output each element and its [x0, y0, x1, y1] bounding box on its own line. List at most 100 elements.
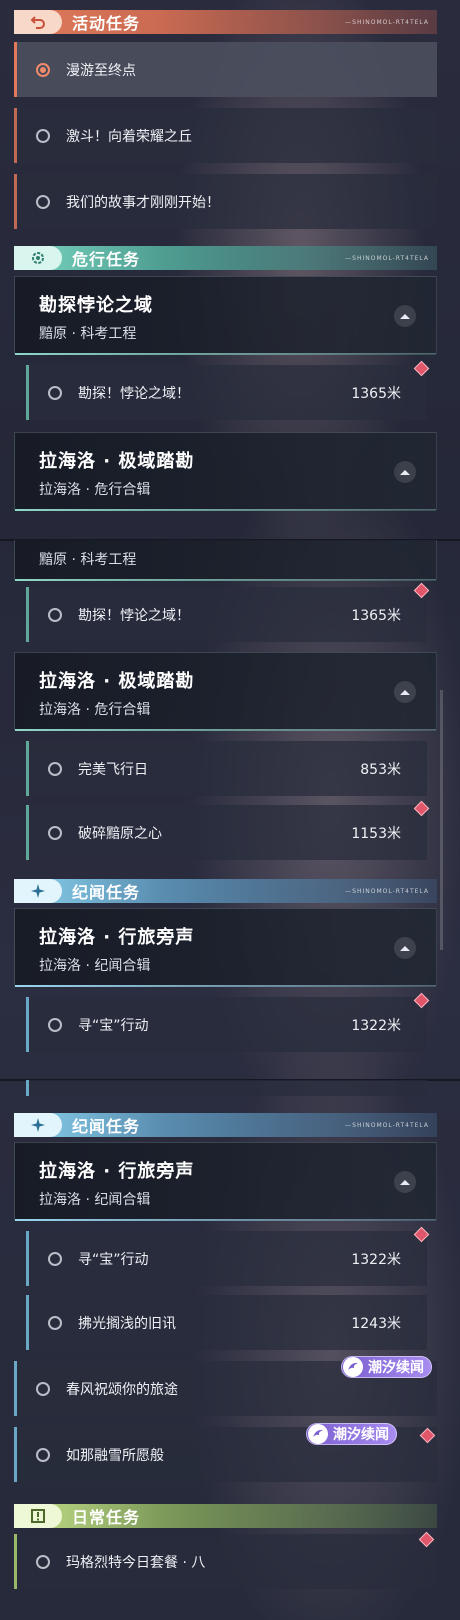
daily-quests-header[interactable]: 日常任务	[14, 1504, 437, 1528]
card-underline	[15, 985, 436, 987]
quest-distance: 1322米	[351, 1017, 401, 1034]
card-title: 拉海洛 · 行旅旁声	[39, 1161, 195, 1182]
quest-row[interactable]: 我们的故事才刚刚开始！	[14, 174, 437, 229]
radio-icon[interactable]	[48, 825, 62, 840]
triangle-up-icon[interactable]	[394, 305, 416, 327]
quest-group-card[interactable]: 拉海洛 · 极域踏勘 拉海洛 · 危行合辑	[14, 432, 437, 511]
row-accent-bar	[26, 1231, 29, 1286]
badge-label: 潮汐续闻	[333, 1427, 389, 1443]
card-subtitle: 拉海洛 · 危行合辑	[39, 482, 151, 498]
card-subtitle: 拉海洛 · 纪闻合辑	[39, 958, 151, 974]
quest-panel-2: 黯原 · 科考工程 勘探！悖论之域！ 1365米 拉海洛 · 极域踏勘 拉海洛 …	[0, 540, 460, 1080]
badge-label: 潮汐续闻	[368, 1360, 424, 1376]
row-accent-bar	[14, 1534, 17, 1589]
quest-group-card[interactable]: 拉海洛 · 行旅旁声 拉海洛 · 纪闻合辑	[14, 1142, 437, 1221]
header-decoration-text: —SHINOMOL-RT4TELA	[345, 887, 429, 895]
row-accent-bar	[14, 108, 17, 163]
card-title: 勘探悖论之域	[39, 295, 153, 316]
card-title: 拉海洛 · 行旅旁声	[39, 927, 195, 948]
header-decoration-text: —SHINOMOL-RT4TELA	[345, 1121, 429, 1129]
quest-row[interactable]: 勘探！悖论之域！ 1365米	[26, 365, 427, 420]
quest-label: 漫游至终点	[66, 62, 136, 79]
quest-row[interactable]: 玛格烈特今日套餐 · 八	[14, 1534, 437, 1589]
quest-label: 激斗！向着荣耀之丘	[66, 128, 192, 145]
quest-label: 如那融雪所愿般	[66, 1447, 164, 1464]
radio-icon[interactable]	[36, 1381, 50, 1396]
triangle-up-icon[interactable]	[394, 937, 416, 959]
quest-row-partial[interactable]	[26, 1080, 427, 1096]
quest-distance: 1153米	[351, 825, 401, 842]
row-accent-bar	[26, 805, 29, 860]
triangle-up-icon[interactable]	[394, 461, 416, 483]
danger-quests-header[interactable]: 危行任务 —SHINOMOL-RT4TELA	[14, 246, 437, 270]
row-accent-bar	[26, 587, 29, 642]
quest-panel-3: 纪闻任务 —SHINOMOL-RT4TELA 拉海洛 · 行旅旁声 拉海洛 · …	[0, 1080, 460, 1620]
quest-label: 勘探！悖论之域！	[78, 607, 190, 624]
quest-row[interactable]: 拂光搁浅的旧讯 1243米	[26, 1295, 427, 1350]
card-title: 拉海洛 · 极域踏勘	[39, 671, 195, 692]
radio-icon[interactable]	[48, 1251, 62, 1266]
card-subtitle: 黯原 · 科考工程	[39, 552, 137, 568]
return-arrow-icon	[14, 10, 62, 34]
radio-icon[interactable]	[36, 1447, 50, 1462]
tide-sequel-badge: 潮汐续闻	[341, 1356, 432, 1378]
quest-row[interactable]: 完美飞行日 853米	[26, 741, 427, 796]
quest-group-card[interactable]: 黯原 · 科考工程	[14, 540, 437, 581]
card-subtitle: 拉海洛 · 纪闻合辑	[39, 1192, 151, 1208]
radio-icon[interactable]	[48, 1017, 62, 1032]
card-underline	[15, 1219, 436, 1221]
radio-icon[interactable]	[48, 385, 62, 400]
quest-group-card[interactable]: 拉海洛 · 行旅旁声 拉海洛 · 纪闻合辑	[14, 908, 437, 987]
header-decoration-text: —SHINOMOL-RT4TELA	[345, 18, 429, 26]
quest-label: 玛格烈特今日套餐 · 八	[66, 1554, 206, 1571]
quest-row[interactable]: 勘探！悖论之域！ 1365米	[26, 587, 427, 642]
radio-icon[interactable]	[48, 761, 62, 776]
wave-swirl-icon	[343, 1357, 363, 1377]
row-accent-bar	[14, 174, 17, 229]
triangle-up-icon[interactable]	[394, 681, 416, 703]
card-underline	[15, 579, 436, 581]
quest-label: 寻“宝”行动	[78, 1017, 149, 1034]
lore-quests-header[interactable]: 纪闻任务 —SHINOMOL-RT4TELA	[14, 879, 437, 903]
quest-distance: 853米	[360, 761, 401, 778]
row-accent-bar	[26, 1080, 29, 1096]
scrollbar[interactable]	[440, 690, 443, 950]
quest-row[interactable]: 寻“宝”行动 1322米	[26, 1231, 427, 1286]
card-underline	[15, 509, 436, 511]
sparkle-icon	[14, 1113, 62, 1137]
section-title: 危行任务	[72, 250, 141, 269]
active-quests-header[interactable]: 活动任务 —SHINOMOL-RT4TELA	[14, 10, 437, 34]
quest-label: 拂光搁浅的旧讯	[78, 1315, 176, 1332]
radio-icon[interactable]	[36, 1554, 50, 1569]
quest-distance: 1365米	[351, 385, 401, 402]
section-title: 纪闻任务	[72, 1117, 141, 1136]
row-accent-bar	[14, 42, 17, 97]
sparkle-icon	[14, 879, 62, 903]
quest-distance: 1243米	[351, 1315, 401, 1332]
quest-panel-1: 活动任务 —SHINOMOL-RT4TELA 漫游至终点 激斗！向着荣耀之丘 我…	[0, 0, 460, 540]
quest-label: 寻“宝”行动	[78, 1251, 149, 1268]
lore-quests-header[interactable]: 纪闻任务 —SHINOMOL-RT4TELA	[14, 1113, 437, 1137]
quest-label: 春风祝颂你的旅途	[66, 1381, 178, 1398]
row-accent-bar	[26, 365, 29, 420]
quest-label: 勘探！悖论之域！	[78, 385, 190, 402]
quest-label: 破碎黯原之心	[78, 825, 162, 842]
radio-selected-icon[interactable]	[36, 62, 50, 77]
radio-icon[interactable]	[48, 607, 62, 622]
quest-row[interactable]: 激斗！向着荣耀之丘	[14, 108, 437, 163]
row-accent-bar	[26, 741, 29, 796]
triangle-up-icon[interactable]	[394, 1171, 416, 1193]
quest-row[interactable]: 破碎黯原之心 1153米	[26, 805, 427, 860]
quest-label: 我们的故事才刚刚开始！	[66, 194, 220, 211]
quest-distance: 1365米	[351, 607, 401, 624]
radio-icon[interactable]	[36, 194, 50, 209]
radio-icon[interactable]	[48, 1315, 62, 1330]
quest-row[interactable]: 寻“宝”行动 1322米	[26, 997, 427, 1052]
quest-group-card[interactable]: 拉海洛 · 极域踏勘 拉海洛 · 危行合辑	[14, 652, 437, 731]
radio-icon[interactable]	[36, 128, 50, 143]
quest-group-card[interactable]: 勘探悖论之域 黯原 · 科考工程	[14, 276, 437, 355]
quest-row-selected[interactable]: 漫游至终点	[14, 42, 437, 97]
gear-target-icon	[14, 246, 62, 270]
section-title: 活动任务	[72, 14, 141, 33]
card-subtitle: 黯原 · 科考工程	[39, 326, 137, 342]
